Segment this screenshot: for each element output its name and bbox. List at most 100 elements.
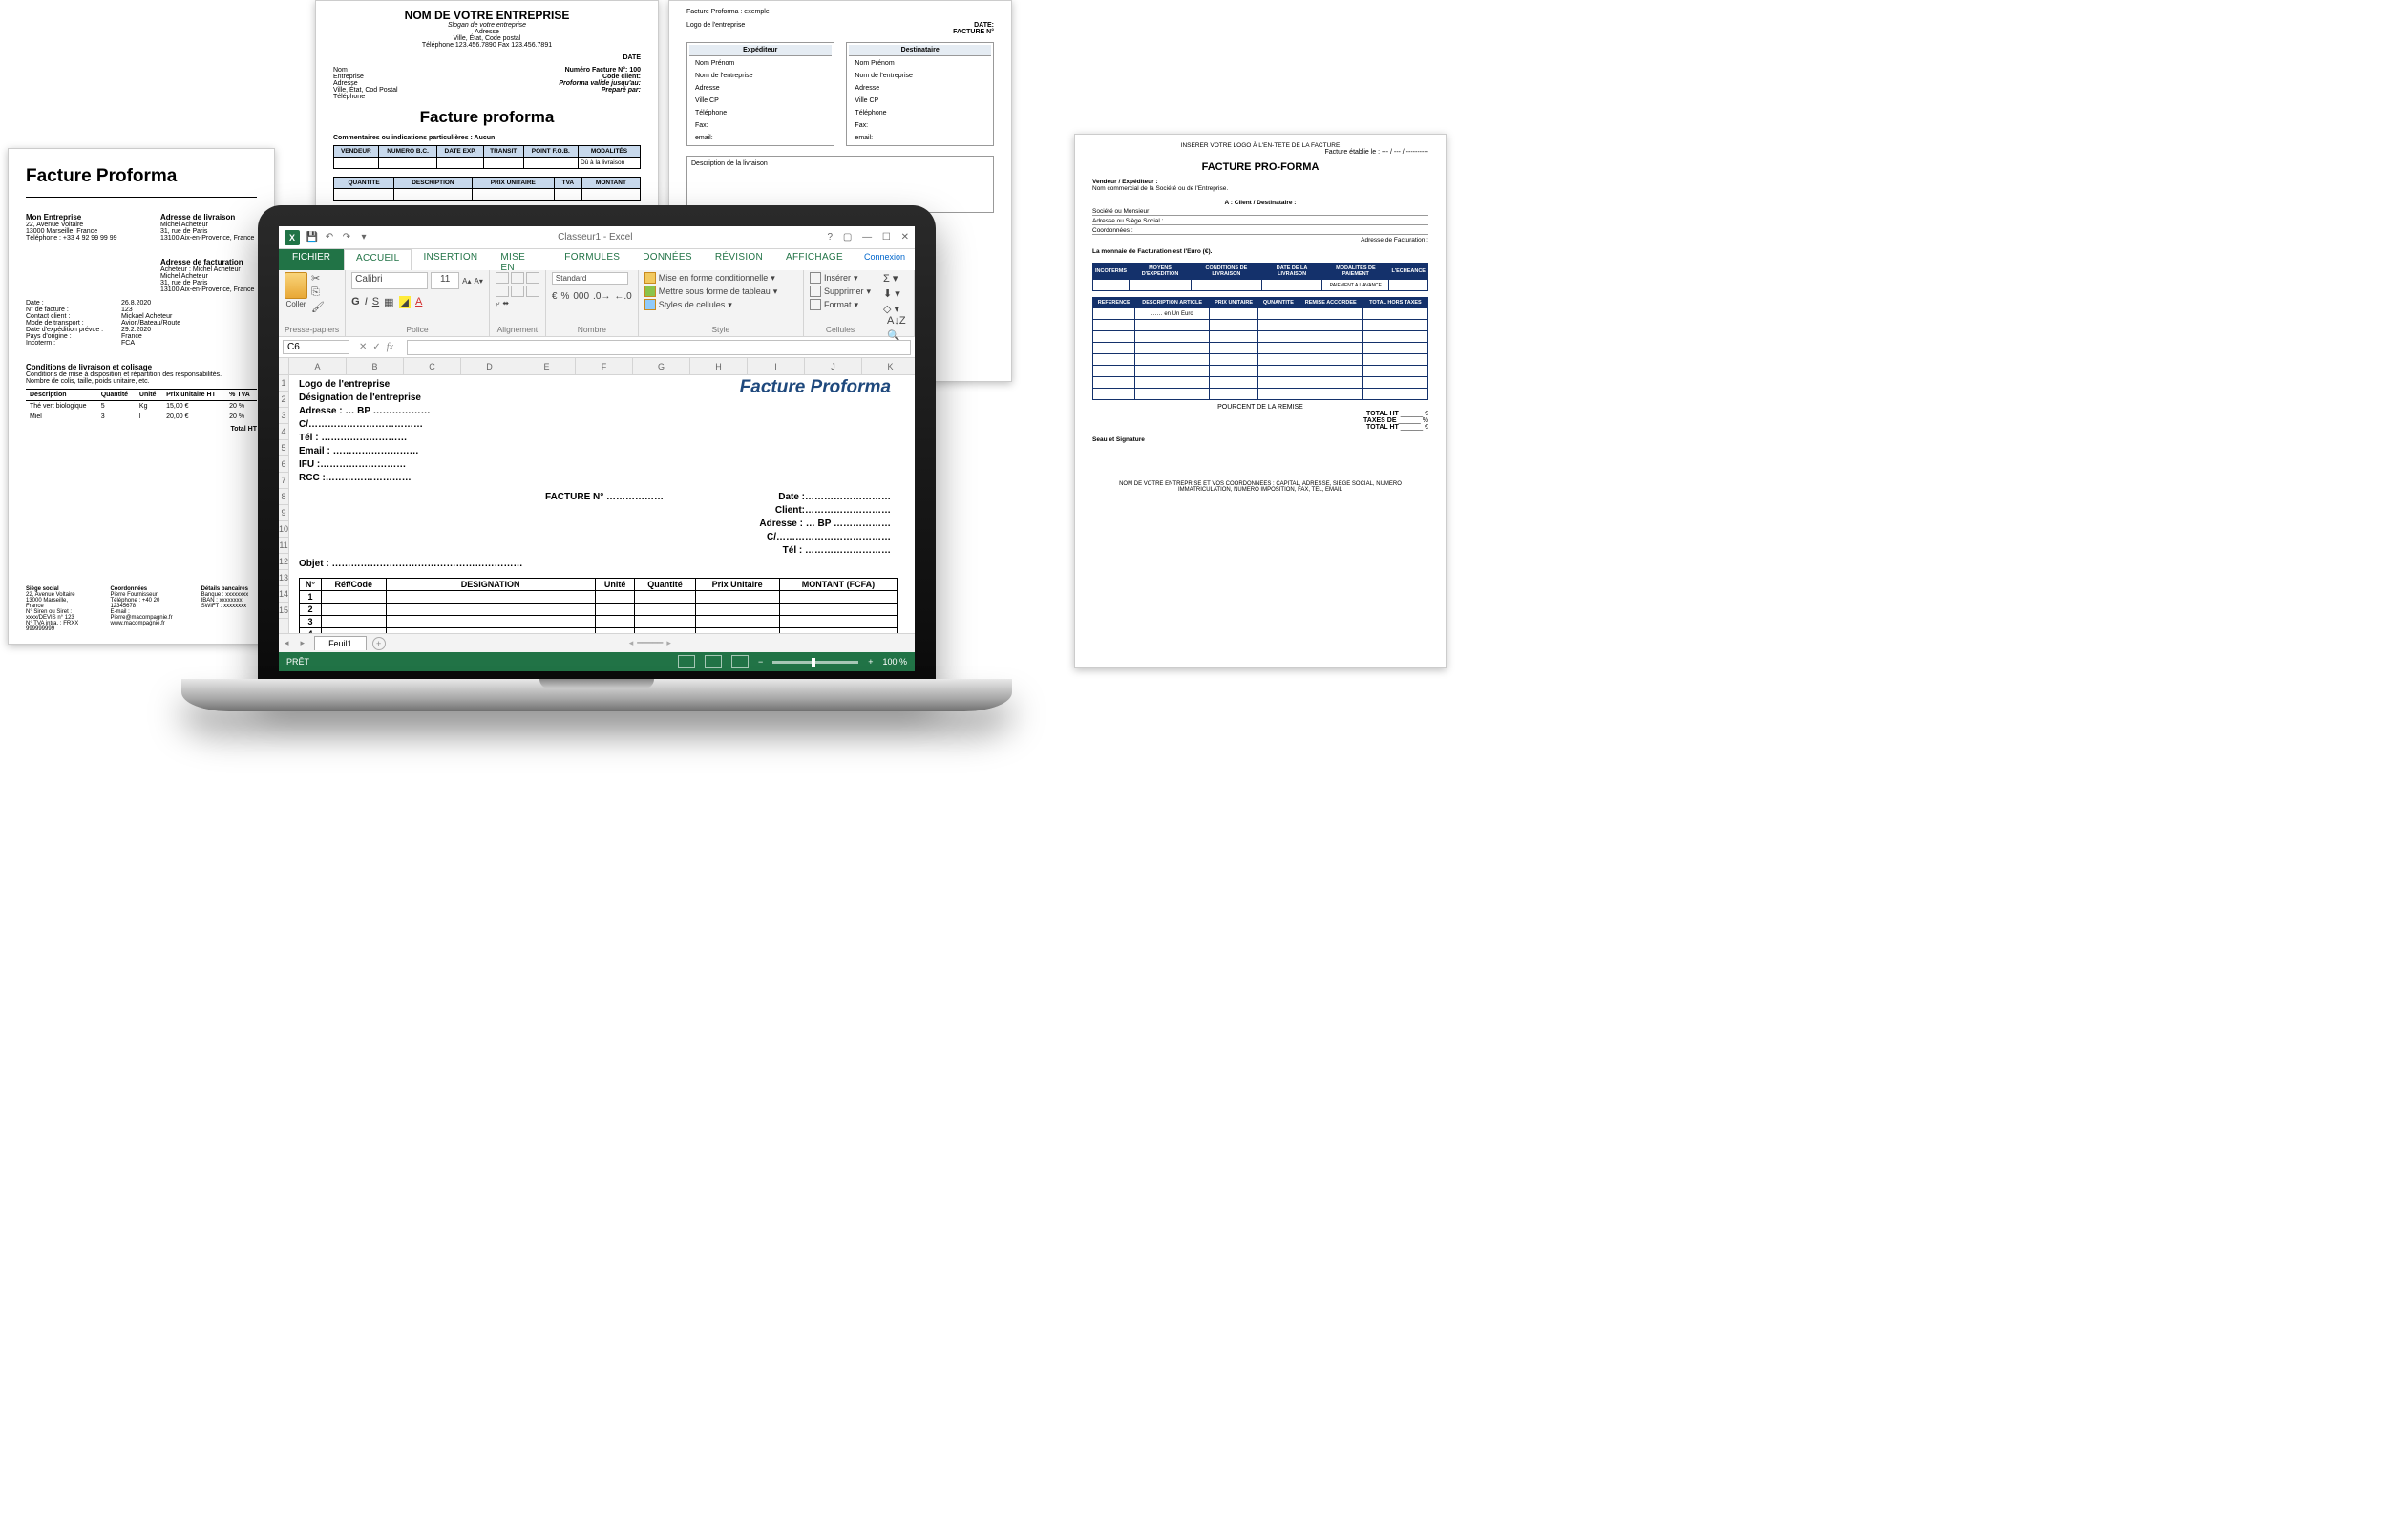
cell-styles-button[interactable]: Styles de cellules ▾: [644, 299, 797, 310]
sheet-content: Facture Proforma Logo de l'entrepriseDés…: [299, 379, 910, 633]
font-size-combo[interactable]: 11: [431, 272, 459, 289]
tab-file[interactable]: FICHIER: [279, 249, 344, 270]
number-format-combo[interactable]: Standard: [552, 272, 628, 285]
connexion-link[interactable]: Connexion: [855, 249, 915, 270]
font-name-combo[interactable]: Calibri: [351, 272, 428, 289]
close-icon[interactable]: ✕: [901, 232, 909, 243]
laptop: X 💾 ↶ ↷ ▾ Classeur1 - Excel ? ▢ — ☐ ✕: [181, 205, 1012, 778]
increase-font-icon[interactable]: A▴: [462, 277, 471, 286]
tab-mise-en-page[interactable]: MISE EN PAGE: [489, 249, 553, 270]
tab-affichage[interactable]: AFFICHAGE: [774, 249, 855, 270]
tab-revision[interactable]: RÉVISION: [704, 249, 774, 270]
d4-foot: NOM DE VOTRE ENTREPRISE ET VOS COORDONNE…: [1092, 481, 1428, 493]
thousands-icon[interactable]: 000: [573, 291, 589, 302]
autosum-icon[interactable]: Σ ▾: [883, 272, 908, 285]
remise: POURCENT DE LA REMISE: [1092, 404, 1428, 411]
d4-currency: La monnaie de Facturation est l'Euro (€)…: [1092, 248, 1428, 255]
italic-button[interactable]: I: [365, 296, 368, 308]
paste-button[interactable]: Coller: [285, 272, 307, 325]
comments: Commentaires ou indications particulière…: [333, 135, 495, 141]
format-cells-button[interactable]: Format ▾: [810, 299, 871, 310]
inc-decimal-icon[interactable]: .0→: [593, 291, 610, 302]
normal-view-icon[interactable]: [678, 655, 695, 668]
d4-client: A : Client / Destinataire :: [1092, 200, 1428, 206]
conditional-format-button[interactable]: Mise en forme conditionnelle ▾: [644, 272, 797, 284]
tot2: TOTAL HT: [1303, 424, 1399, 431]
column-headers[interactable]: ABCDEFGHIJK: [289, 358, 915, 375]
format-label: Format: [824, 300, 852, 309]
dec-decimal-icon[interactable]: ←.0: [614, 291, 631, 302]
add-sheet-button[interactable]: +: [372, 637, 386, 650]
undo-icon[interactable]: ↶: [323, 231, 336, 244]
zoom-out-icon[interactable]: −: [758, 657, 763, 667]
fill-icon[interactable]: ⬇ ▾: [883, 287, 908, 300]
template-doc-right: INSERER VOTRE LOGO À L'EN-TETE DE LA FAC…: [1074, 134, 1447, 668]
cond-label: Mise en forme conditionnelle: [659, 273, 769, 283]
fx-icon[interactable]: fx: [387, 342, 393, 352]
enter-formula-icon[interactable]: ✓: [372, 342, 380, 352]
d3-logo: Logo de l'entreprise: [686, 22, 953, 35]
redo-icon[interactable]: ↷: [340, 231, 353, 244]
format-painter-icon[interactable]: 🖌: [311, 301, 325, 313]
group-number: Standard € % 000 .0→ ←.0 Nombre: [546, 270, 639, 336]
ribbon-options-icon[interactable]: ▢: [843, 232, 852, 243]
font-color-icon[interactable]: A: [415, 296, 422, 308]
formula-input[interactable]: [407, 340, 911, 355]
maximize-icon[interactable]: ☐: [882, 232, 891, 243]
name-box[interactable]: C6: [283, 340, 349, 354]
d4-sign: Seau et Signature: [1092, 436, 1428, 443]
zoom-level[interactable]: 100 %: [882, 657, 907, 667]
d4-table1: INCOTERMSMOYENS D'EXPEDITIONCONDITIONS D…: [1092, 263, 1428, 291]
d2-table1: VENDEURNUMERO B.C.DATE EXP.TRANSITPOINT …: [333, 145, 641, 169]
save-icon[interactable]: 💾: [306, 231, 319, 244]
cancel-formula-icon[interactable]: ✕: [359, 342, 367, 352]
d4-factaddr: Adresse de Facturation :: [1092, 237, 1428, 244]
doc2-company: NOM DE VOTRE ENTREPRISE: [333, 9, 641, 22]
company-tel: Téléphone : +33 4 92 99 99 99: [26, 235, 122, 242]
tot1: TAXES DE: [1301, 417, 1397, 424]
sheet-tab-feuil1[interactable]: Feuil1: [314, 636, 367, 650]
row-headers[interactable]: 123456789101112131415: [279, 358, 289, 633]
page-break-view-icon[interactable]: [731, 655, 749, 668]
number-label: Nombre: [552, 325, 632, 334]
sheet-nav-prev-icon[interactable]: ◂: [279, 638, 295, 648]
cut-icon[interactable]: ✂: [311, 272, 325, 285]
sort-filter-icon[interactable]: A↓Z: [887, 315, 908, 327]
zoom-in-icon[interactable]: +: [868, 657, 873, 667]
sheet-date: Date :………………………: [778, 492, 891, 502]
bold-button[interactable]: G: [351, 296, 360, 308]
clear-icon[interactable]: ◇ ▾: [883, 303, 908, 315]
fill-color-icon[interactable]: ◢: [399, 296, 411, 308]
percent-icon[interactable]: %: [560, 291, 569, 302]
facture-no: FACTURE N° ………………: [545, 492, 664, 502]
help-icon[interactable]: ?: [828, 232, 834, 243]
sheet-nav-next-icon[interactable]: ▸: [295, 638, 311, 648]
sheet-addr: Adresse : … BP ………………: [759, 519, 891, 529]
copy-icon[interactable]: ⎘: [311, 286, 325, 299]
page-layout-view-icon[interactable]: [705, 655, 722, 668]
zoom-slider[interactable]: [772, 661, 858, 664]
sheet-table: N°Réf/CodeDESIGNATIONUnitéQuantitéPrix U…: [299, 578, 898, 633]
tab-accueil[interactable]: ACCUEIL: [344, 249, 412, 270]
insert-cells-button[interactable]: Insérer ▾: [810, 272, 871, 284]
window-title: Classeur1 - Excel: [376, 232, 814, 243]
border-icon[interactable]: ▦: [384, 296, 393, 308]
wrap-text-icon[interactable]: ⤶: [496, 299, 499, 308]
clipboard-label: Presse-papiers: [285, 325, 339, 334]
delete-cells-button[interactable]: Supprimer ▾: [810, 286, 871, 297]
underline-button[interactable]: S: [372, 296, 379, 308]
qat-more-icon[interactable]: ▾: [357, 231, 370, 244]
decrease-font-icon[interactable]: A▾: [475, 277, 483, 286]
merge-icon[interactable]: ⬌: [502, 299, 509, 308]
spreadsheet-grid[interactable]: 123456789101112131415 ABCDEFGHIJK Factur…: [279, 358, 915, 633]
tab-insertion[interactable]: INSERTION: [412, 249, 489, 270]
tab-donnees[interactable]: DONNÉES: [631, 249, 704, 270]
sheet-objet: Objet : ……………………………………………………: [299, 559, 910, 572]
format-as-table-button[interactable]: Mettre sous forme de tableau ▾: [644, 286, 797, 297]
tab-formules[interactable]: FORMULES: [553, 249, 631, 270]
currency-icon[interactable]: €: [552, 291, 558, 302]
minimize-icon[interactable]: —: [862, 232, 872, 243]
d3-desc: Description de la livraison: [686, 156, 994, 213]
insert-label: Insérer: [824, 273, 851, 283]
sheet-client: Client:………………………: [775, 505, 891, 516]
